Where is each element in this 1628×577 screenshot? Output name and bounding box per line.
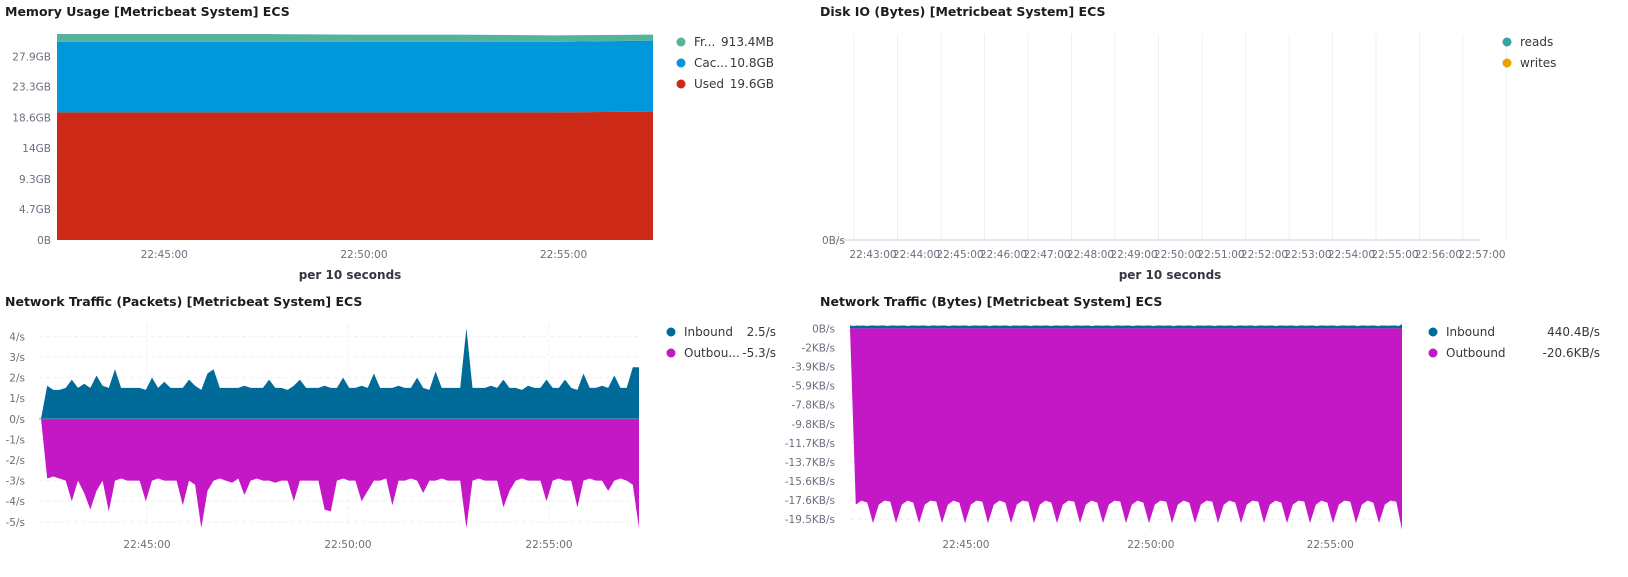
network-bytes-panel: Network Traffic (Bytes) [Metricbeat Syst… — [785, 294, 1620, 574]
y-tick-label: 3/s — [9, 352, 25, 364]
y-tick-label: 2/s — [9, 373, 25, 385]
legend-label: writes — [1520, 56, 1556, 70]
legend-value: 10.8GB — [730, 56, 774, 70]
legend-dot[interactable] — [1428, 327, 1438, 337]
disk-io-panel: Disk IO (Bytes) [Metricbeat System] ECS … — [820, 4, 1620, 289]
x-tick-label: 22:44:00 — [893, 249, 940, 261]
x-tick-label: 22:55:00 — [540, 249, 587, 261]
x-tick-label: 22:50:00 — [1154, 249, 1201, 261]
x-tick-label: 22:48:00 — [1067, 249, 1114, 261]
legend-value: 19.6GB — [730, 77, 774, 91]
y-tick-label: -15.6KB/s — [785, 476, 835, 488]
y-tick-label: -17.6KB/s — [785, 495, 835, 507]
network-packets-chart[interactable]: 4/s 3/s 2/s 1/s 0/s -1/s -2/s -3/s -4/s -5/s 22:45… — [5, 294, 805, 574]
y-tick-label: -1/s — [6, 434, 25, 446]
y-tick-label: -3.9KB/s — [791, 362, 835, 374]
x-tick-label: 22:49:00 — [1110, 249, 1157, 261]
legend-label: Outbound — [1446, 346, 1506, 360]
legend-dot[interactable] — [666, 348, 676, 358]
area-series-free — [57, 34, 653, 42]
legend-dot[interactable] — [676, 58, 686, 68]
x-tick-label: 22:46:00 — [980, 249, 1027, 261]
legend-value: 2.5/s — [747, 325, 776, 339]
y-tick-label: -2/s — [6, 455, 25, 467]
network-bytes-chart[interactable]: 0B/s -2KB/s -3.9KB/s -5.9KB/s -7.8KB/s -9.8KB… — [785, 294, 1620, 574]
y-tick-label: 0/s — [9, 414, 25, 426]
legend-label: Fr... — [694, 35, 715, 49]
memory-usage-chart[interactable]: 0B 4.7GB 9.3GB 14GB 18.6GB 23.3GB 27.9GB 22:45:… — [5, 4, 805, 289]
memory-usage-panel: Memory Usage [Metricbeat System] ECS 0B 4… — [5, 4, 805, 289]
legend-dot[interactable] — [676, 37, 686, 47]
area-series-inbound — [850, 324, 1402, 329]
x-tick-label: 22:57:00 — [1458, 249, 1505, 261]
legend-value: 440.4B/s — [1547, 325, 1600, 339]
x-tick-label: 22:53:00 — [1284, 249, 1331, 261]
legend-value: 913.4MB — [721, 35, 774, 49]
legend-label: Cac... — [694, 56, 728, 70]
network-packets-panel: Network Traffic (Packets) [Metricbeat Sy… — [5, 294, 805, 574]
y-tick-label: 0B — [37, 235, 51, 247]
x-tick-label: 22:45:00 — [936, 249, 983, 261]
y-tick-label: -5.9KB/s — [791, 381, 835, 393]
legend-dot[interactable] — [666, 327, 676, 337]
area-series-outbound — [850, 328, 1402, 530]
y-tick-label: -9.8KB/s — [791, 419, 835, 431]
disk-io-chart[interactable]: 0B/s22:43:0022:44:0022:45:0022:46:0022:4… — [820, 4, 1620, 289]
area-series-cached — [57, 40, 653, 113]
x-tick-label: 22:47:00 — [1023, 249, 1070, 261]
legend-label: Used — [694, 77, 724, 91]
y-tick-label: -13.7KB/s — [785, 457, 835, 469]
x-tick-label: 22:55:00 — [525, 539, 572, 551]
legend-dot[interactable] — [676, 79, 686, 89]
y-tick-label: 9.3GB — [19, 174, 51, 186]
x-tick-label: 22:45:00 — [141, 249, 188, 261]
y-tick-label: -2KB/s — [801, 342, 835, 354]
legend-value: -20.6KB/s — [1543, 346, 1600, 360]
y-tick-label: 23.3GB — [12, 82, 51, 94]
y-tick-label: 0B/s — [812, 323, 835, 335]
x-tick-label: 22:45:00 — [942, 539, 989, 551]
y-tick-label: -7.8KB/s — [791, 400, 835, 412]
x-tick-label: 22:54:00 — [1328, 249, 1375, 261]
y-tick-label: 27.9GB — [12, 51, 51, 63]
x-axis-label: per 10 seconds — [299, 268, 402, 282]
x-tick-label: 22:56:00 — [1415, 249, 1462, 261]
area-series-outbound — [41, 418, 639, 528]
y-tick-label: 1/s — [9, 393, 25, 405]
x-tick-label: 22:55:00 — [1307, 539, 1354, 551]
x-tick-label: 22:52:00 — [1241, 249, 1288, 261]
x-tick-label: 22:45:00 — [123, 539, 170, 551]
legend-dot[interactable] — [1428, 348, 1438, 358]
x-tick-label: 22:50:00 — [1127, 539, 1174, 551]
legend-label: reads — [1520, 35, 1553, 49]
x-tick-label: 22:50:00 — [324, 539, 371, 551]
x-tick-label: 22:43:00 — [849, 249, 896, 261]
legend-dot[interactable] — [1502, 37, 1512, 47]
y-tick-label: 14GB — [22, 143, 51, 155]
legend-dot[interactable] — [1502, 58, 1512, 68]
y-tick-label: 18.6GB — [12, 113, 51, 125]
legend-value: -5.3/s — [742, 346, 776, 360]
y-tick-label: -3/s — [6, 476, 25, 488]
y-tick-label: -4/s — [6, 496, 25, 508]
y-tick-label: -11.7KB/s — [785, 438, 835, 450]
y-tick-label: -5/s — [6, 517, 25, 529]
y-tick-label: 0B/s — [822, 235, 845, 247]
x-tick-label: 22:50:00 — [340, 249, 387, 261]
area-series-used — [57, 111, 653, 240]
x-tick-label: 22:55:00 — [1371, 249, 1418, 261]
legend-label: Outbou... — [684, 346, 740, 360]
x-axis-label: per 10 seconds — [1119, 268, 1222, 282]
legend-label: Inbound — [1446, 325, 1495, 339]
y-tick-label: -19.5KB/s — [785, 514, 835, 526]
x-tick-label: 22:51:00 — [1197, 249, 1244, 261]
y-tick-label: 4/s — [9, 331, 25, 343]
legend-label: Inbound — [684, 325, 733, 339]
y-tick-label: 4.7GB — [19, 204, 51, 216]
